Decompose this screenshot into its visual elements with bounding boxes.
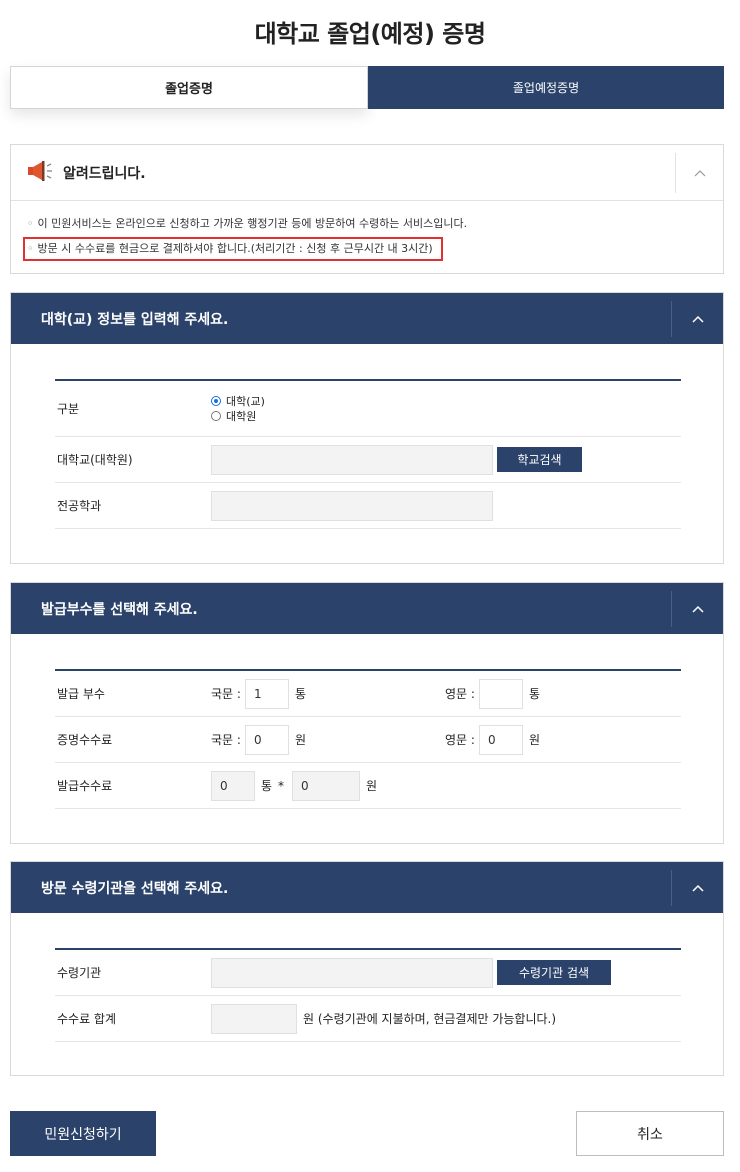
major-row: 전공학과 bbox=[55, 483, 681, 529]
notice-header: 알려드립니다. bbox=[11, 145, 723, 201]
type-radio-group: 대학(교) 대학원 bbox=[211, 394, 265, 424]
chevron-up-icon bbox=[691, 605, 704, 613]
copies-form: 발급 부수 국문 : 1 통 영문 : 통 증명수수료 국문 : 0 원 영문 … bbox=[55, 669, 681, 809]
megaphone-icon bbox=[27, 160, 53, 186]
agency-row: 수령기관 수령기관 검색 bbox=[55, 950, 681, 996]
notice-collapse-button[interactable] bbox=[675, 153, 723, 193]
total-label: 수수료 합계 bbox=[57, 1012, 117, 1026]
section-collapse-button[interactable] bbox=[671, 870, 723, 906]
tab-expected-graduation[interactable]: 졸업예정증명 bbox=[368, 66, 724, 109]
copies-unit: 통 bbox=[261, 779, 273, 793]
copies-panel: 발급부수를 선택해 주세요. 발급 부수 국문 : 1 통 영문 : 통 증명수… bbox=[10, 582, 724, 844]
school-search-button[interactable]: 학교검색 bbox=[497, 447, 582, 472]
notice-line: ◦ 이 민원서비스는 온라인으로 신청하고 가까운 행정기관 등에 방문하여 수령… bbox=[27, 217, 468, 230]
won-unit: 원 bbox=[366, 779, 378, 793]
pickup-panel: 방문 수령기관을 선택해 주세요. 수령기관 수령기관 검색 수수료 합계 원 … bbox=[10, 861, 724, 1076]
english-fee-field: 0 bbox=[479, 724, 523, 755]
total-row: 수수료 합계 원 (수령기관에 지불하며, 현금결제만 가능합니다.) bbox=[55, 996, 681, 1042]
notice-panel: 알려드립니다. ◦ 이 민원서비스는 온라인으로 신청하고 가까운 행정기관 등에… bbox=[10, 144, 724, 274]
radio-university[interactable]: 대학(교) bbox=[211, 394, 265, 409]
pickup-header: 방문 수령기관을 선택해 주세요. bbox=[11, 862, 723, 913]
university-info-header: 대학(교) 정보를 입력해 주세요. bbox=[11, 293, 723, 344]
english-label: 영문 : bbox=[445, 733, 475, 747]
agency-input[interactable] bbox=[211, 957, 493, 988]
radio-checked-icon bbox=[211, 396, 221, 406]
multiply-sign: * bbox=[278, 778, 285, 793]
section-title: 발급부수를 선택해 주세요. bbox=[41, 601, 198, 618]
copies-unit: 통 bbox=[529, 687, 541, 701]
copies-unit: 통 bbox=[294, 687, 306, 701]
won-unit: 원 bbox=[529, 733, 541, 747]
copies-header: 발급부수를 선택해 주세요. bbox=[11, 583, 723, 634]
page-title: 대학교 졸업(예정) 증명 bbox=[254, 20, 486, 48]
issue-fee-label: 발급수수료 bbox=[57, 779, 113, 793]
agency-label: 수령기관 bbox=[57, 966, 102, 980]
won-unit: 원 bbox=[294, 733, 306, 747]
section-title: 방문 수령기관을 선택해 주세요. bbox=[41, 880, 229, 897]
school-input[interactable] bbox=[211, 444, 493, 475]
cancel-button[interactable]: 취소 bbox=[576, 1111, 724, 1156]
cert-fee-label: 증명수수료 bbox=[57, 733, 113, 747]
type-label: 구분 bbox=[57, 402, 80, 416]
copies-label: 발급 부수 bbox=[57, 687, 105, 701]
school-row: 대학교(대학원) 학교검색 bbox=[55, 437, 681, 483]
total-note: 원 (수령기관에 지불하며, 현금결제만 가능합니다.) bbox=[303, 1012, 557, 1026]
section-title: 대학(교) 정보를 입력해 주세요. bbox=[41, 311, 229, 328]
korean-copies-input[interactable]: 1 bbox=[244, 678, 289, 709]
agency-search-button[interactable]: 수령기관 검색 bbox=[497, 960, 611, 985]
notice-title: 알려드립니다. bbox=[63, 165, 146, 182]
korean-label: 국문 : bbox=[211, 687, 241, 701]
radio-graduate-school[interactable]: 대학원 bbox=[211, 409, 265, 424]
issue-fee-field: 0 bbox=[292, 770, 361, 801]
major-label: 전공학과 bbox=[57, 499, 102, 513]
submit-application-button[interactable]: 민원신청하기 bbox=[10, 1111, 156, 1156]
chevron-up-icon bbox=[691, 315, 704, 323]
chevron-up-icon bbox=[691, 884, 704, 892]
pickup-form: 수령기관 수령기관 검색 수수료 합계 원 (수령기관에 지불하며, 현금결제만… bbox=[55, 948, 681, 1042]
type-row: 구분 대학(교) 대학원 bbox=[55, 381, 681, 437]
certificate-tabs: 졸업증명 졸업예정증명 bbox=[10, 66, 724, 109]
university-info-panel: 대학(교) 정보를 입력해 주세요. 구분 대학(교) 대학원 대학교(대학원)… bbox=[10, 292, 724, 564]
cert-fee-row: 증명수수료 국문 : 0 원 영문 : 0 원 bbox=[55, 717, 681, 763]
korean-label: 국문 : bbox=[211, 733, 241, 747]
chevron-up-icon bbox=[694, 170, 705, 177]
issue-count-field: 0 bbox=[211, 770, 255, 801]
english-copies-input[interactable] bbox=[479, 678, 523, 709]
tab-graduation[interactable]: 졸업증명 bbox=[10, 66, 368, 109]
major-input[interactable] bbox=[211, 490, 493, 521]
korean-fee-field: 0 bbox=[244, 724, 289, 755]
school-label: 대학교(대학원) bbox=[57, 453, 133, 467]
notice-line-highlighted: ◦ 방문 시 수수료를 현금으로 결제하셔야 합니다.(처리기간 : 신청 후 근… bbox=[23, 237, 443, 261]
section-collapse-button[interactable] bbox=[671, 591, 723, 627]
total-field bbox=[211, 1003, 297, 1034]
issue-fee-row: 발급수수료 0 통 * 0 원 bbox=[55, 763, 681, 809]
copies-row: 발급 부수 국문 : 1 통 영문 : 통 bbox=[55, 671, 681, 717]
radio-unchecked-icon bbox=[211, 411, 221, 421]
notice-body: ◦ 이 민원서비스는 온라인으로 신청하고 가까운 행정기관 등에 방문하여 수령… bbox=[11, 201, 723, 261]
section-collapse-button[interactable] bbox=[671, 301, 723, 337]
university-form: 구분 대학(교) 대학원 대학교(대학원) 학교검색 전공학과 bbox=[55, 379, 681, 529]
english-label: 영문 : bbox=[445, 687, 475, 701]
